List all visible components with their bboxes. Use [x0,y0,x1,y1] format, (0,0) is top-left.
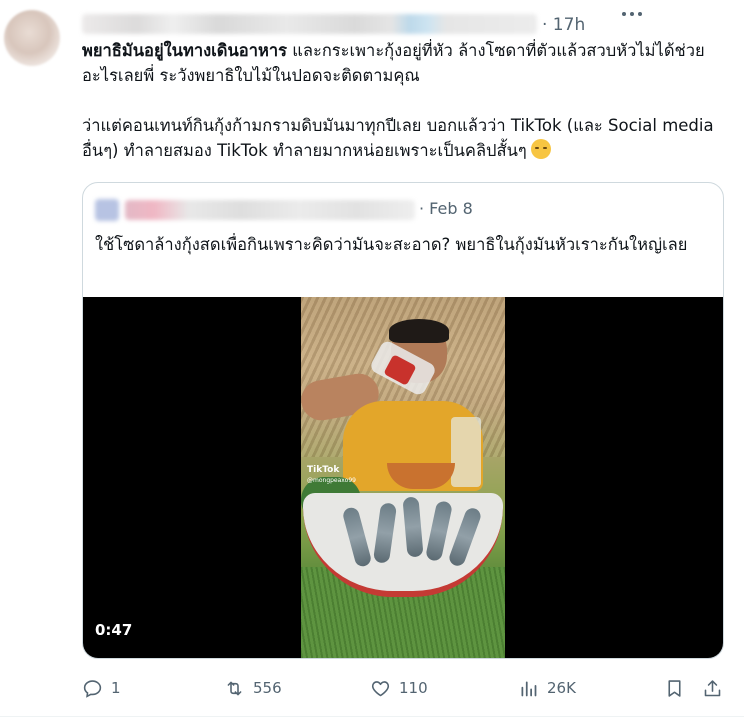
video-player[interactable]: TikTok @mongpeaxo99 0:47 [83,297,723,658]
reply-icon [83,679,102,698]
share-button[interactable] [702,676,723,700]
tweet-actions: 1 556 110 26K [82,676,732,700]
retweet-icon [227,681,242,695]
avatar[interactable] [4,10,60,66]
tweet-timestamp[interactable]: · 17h [542,15,585,35]
retweet-button[interactable]: 556 [224,676,282,700]
blurred-author-name[interactable] [82,14,537,34]
video-duration: 0:47 [95,621,133,639]
views-button[interactable]: 26K [518,676,576,700]
quoted-tweet-text: ใช้โซดาล้างกุ้งสดเพื่อกินเพราะคิดว่ามันจ… [95,235,688,254]
tweet[interactable]: · 17h พยาธิมันอยู่ในทางเดินอาหาร และกระเ… [0,0,744,717]
retweet-count: 556 [253,679,282,697]
reply-button[interactable]: 1 [82,676,121,700]
views-count: 26K [547,679,576,697]
like-button[interactable]: 110 [370,676,428,700]
bookmark-button[interactable] [664,676,685,700]
bookmark-icon [668,679,681,697]
relieved-face-emoji-icon [530,139,551,159]
tweet-text: พยาธิมันอยู่ในทางเดินอาหาร และกระเพาะกุ้… [82,38,722,163]
quoted-tweet[interactable]: · Feb 8 ใช้โซดาล้างกุ้งสดเพื่อกินเพราะคิ… [82,182,724,659]
like-count: 110 [399,679,428,697]
quoted-blurred-author-name [125,200,415,220]
quoted-tweet-header: · Feb 8 [95,199,695,221]
quoted-tweet-date: · Feb 8 [419,199,473,218]
like-icon [371,680,390,696]
views-icon [521,681,537,696]
video-frame: TikTok @mongpeaxo99 [301,297,505,658]
quoted-avatar [95,199,119,221]
tweet-text-bold: พยาธิมันอยู่ในทางเดินอาหาร [82,41,287,60]
share-icon [704,679,721,696]
tweet-header: · 17h [82,10,682,36]
reply-count: 1 [111,679,121,697]
more-icon[interactable] [622,12,642,18]
tweet-text-line2: ว่าแต่คอนเทนท์กินกุ้งก้ามกรามดิบมันมาทุก… [82,116,714,160]
tiktok-handle-watermark: @mongpeaxo99 [307,477,356,484]
tiktok-watermark: TikTok [307,465,340,475]
